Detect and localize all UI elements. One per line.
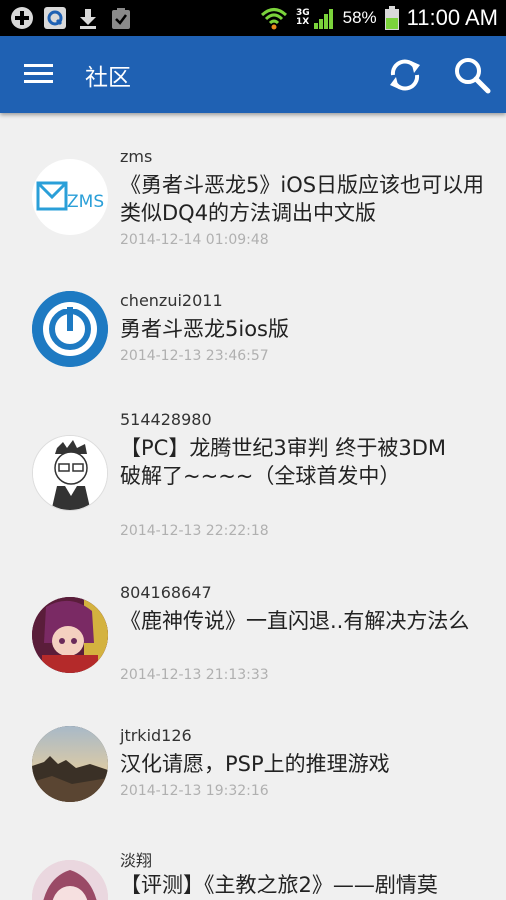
post-author: zms	[120, 147, 153, 166]
clipboard-check-icon	[112, 8, 130, 29]
post-author: jtrkid126	[120, 726, 192, 745]
post-title: 【PC】龙腾世纪3审判 终于被3DM破解了~~~~（全球首发中）	[120, 436, 447, 488]
network-type: 3G 1X	[296, 9, 310, 27]
menu-icon-bar	[24, 64, 53, 67]
zms-logo-icon: ZMS	[36, 181, 104, 212]
avatar	[32, 435, 108, 511]
list-item[interactable]: 804168647 《鹿神传说》一直闪退..有解决方法么 2014-12-13 …	[0, 583, 506, 693]
q-app-icon	[44, 7, 66, 29]
list-item[interactable]: 淡翔 【评测】《主教之旅2》——剧情莫	[0, 847, 506, 900]
list-item[interactable]: chenzui2011 勇者斗恶龙5ios版 2014-12-13 23:46:…	[0, 291, 506, 371]
menu-button[interactable]	[24, 64, 54, 86]
refresh-icon[interactable]	[385, 55, 425, 95]
mobile-network: 3G 1X	[296, 7, 335, 29]
list-item[interactable]: 514428980 【PC】龙腾世纪3审判 终于被3DM破解了~~~~（全球首发…	[0, 410, 506, 550]
post-date: 2014-12-13 23:46:57	[120, 348, 269, 364]
post-author: 804168647	[120, 583, 212, 602]
post-list: ZMS zms 《勇者斗恶龙5》iOS日版应该也可以用类似DQ4的方法调出中文版…	[0, 113, 506, 900]
network-1x: 1X	[295, 17, 310, 27]
menu-icon-bar	[24, 80, 53, 83]
add-circle-icon	[11, 7, 33, 29]
avatar	[32, 597, 108, 673]
anime-avatar-icon	[32, 597, 108, 673]
post-author: chenzui2011	[120, 291, 223, 310]
download-icon	[80, 9, 96, 29]
post-title: 《鹿神传说》一直闪退..有解决方法么	[120, 609, 470, 633]
post-date: 2014-12-14 01:09:48	[120, 232, 269, 248]
post-title: 汉化请愿，PSP上的推理游戏	[120, 752, 390, 776]
post-author: 淡翔	[120, 851, 153, 870]
search-icon[interactable]	[452, 55, 492, 95]
wifi-icon	[260, 8, 287, 30]
app-bar: 社区	[0, 36, 506, 113]
avatar	[32, 726, 108, 802]
post-title: 勇者斗恶龙5ios版	[120, 317, 289, 341]
cartoon-avatar-icon	[33, 436, 107, 510]
list-item[interactable]: ZMS zms 《勇者斗恶龙5》iOS日版应该也可以用类似DQ4的方法调出中文版…	[0, 143, 506, 258]
post-date: 2014-12-13 21:13:33	[120, 667, 269, 683]
list-item[interactable]: jtrkid126 汉化请愿，PSP上的推理游戏 2014-12-13 19:3…	[0, 726, 506, 810]
avatar: ZMS	[32, 159, 108, 235]
signal-icon	[313, 9, 333, 29]
svg-text:ZMS: ZMS	[67, 192, 104, 212]
page-title: 社区	[85, 65, 131, 91]
post-author: 514428980	[120, 410, 212, 429]
avatar	[32, 291, 108, 367]
clock: 11:00 AM	[406, 5, 498, 30]
post-title: 【评测】《主教之旅2》——剧情莫	[120, 873, 438, 897]
anime-girl-avatar-icon	[32, 860, 108, 900]
menu-icon-bar	[24, 72, 53, 75]
post-date: 2014-12-13 19:32:16	[120, 783, 269, 799]
post-date: 2014-12-13 22:22:18	[120, 523, 269, 539]
battery-percent: 58%	[342, 8, 377, 27]
avatar	[32, 860, 108, 900]
landscape-photo-icon	[32, 726, 108, 802]
power-logo-icon	[32, 291, 108, 367]
post-title: 《勇者斗恶龙5》iOS日版应该也可以用类似DQ4的方法调出中文版	[120, 173, 485, 225]
battery-icon	[384, 6, 399, 30]
status-bar: 3G 1X 58% 11:00 AM	[0, 0, 506, 36]
